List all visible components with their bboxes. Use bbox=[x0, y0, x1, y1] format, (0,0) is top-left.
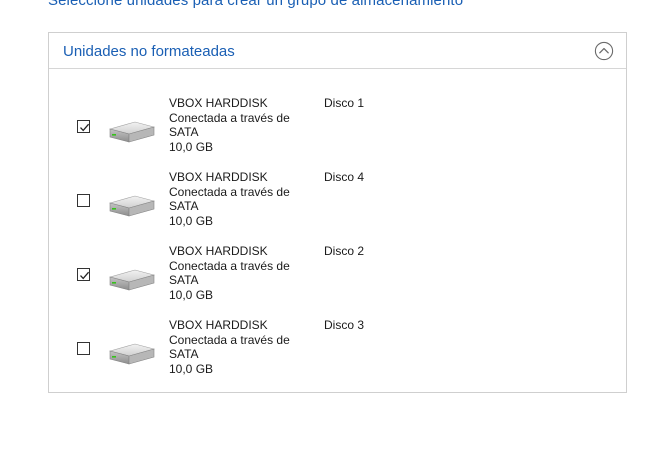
disk-checkbox[interactable] bbox=[77, 120, 90, 133]
disk-name: VBOX HARDDISK bbox=[169, 318, 268, 332]
disk-connection: Conectada a través de bbox=[169, 110, 290, 125]
disk-connection-type: SATA bbox=[169, 273, 199, 288]
hard-drive-icon bbox=[108, 193, 156, 219]
disk-name: VBOX HARDDISK bbox=[169, 244, 268, 258]
disk-connection: Conectada a través de bbox=[169, 332, 290, 347]
disk-connection-type: SATA bbox=[169, 199, 199, 214]
disk-size: 10,0 GB bbox=[169, 362, 214, 377]
disk-info: VBOX HARDDISK Conectada a través de SATA… bbox=[169, 318, 309, 377]
disk-label: Disco 2 bbox=[324, 244, 365, 258]
group-header[interactable]: Unidades no formateadas bbox=[49, 33, 626, 69]
disk-connection: Conectada a través de bbox=[169, 184, 290, 199]
page-heading: Seleccione unidades para crear un grupo … bbox=[48, 0, 464, 9]
disk-name: VBOX HARDDISK bbox=[169, 96, 268, 110]
unformatted-drives-group: Unidades no formateadas VBOX HARDDISK Co… bbox=[48, 32, 627, 393]
disk-size: 10,0 GB bbox=[169, 140, 214, 155]
disk-info: VBOX HARDDISK Conectada a través de SATA… bbox=[169, 96, 309, 155]
disk-row[interactable]: VBOX HARDDISK Conectada a través de SATA… bbox=[49, 96, 626, 171]
disk-row[interactable]: VBOX HARDDISK Conectada a través de SATA… bbox=[49, 170, 626, 245]
chevron-up-circle-icon[interactable] bbox=[594, 41, 614, 61]
disk-label: Disco 4 bbox=[324, 170, 365, 184]
disk-connection: Conectada a través de bbox=[169, 258, 290, 273]
group-title: Unidades no formateadas bbox=[63, 43, 235, 60]
disk-size: 10,0 GB bbox=[169, 288, 214, 303]
disk-checkbox[interactable] bbox=[77, 342, 90, 355]
disk-label: Disco 1 bbox=[324, 96, 365, 110]
disk-row[interactable]: VBOX HARDDISK Conectada a través de SATA… bbox=[49, 244, 626, 319]
disk-checkbox[interactable] bbox=[77, 194, 90, 207]
storage-pool-page: Seleccione unidades para crear un grupo … bbox=[0, 0, 655, 454]
disk-info: VBOX HARDDISK Conectada a través de SATA… bbox=[169, 244, 309, 303]
disk-connection-type: SATA bbox=[169, 125, 199, 140]
disk-label: Disco 3 bbox=[324, 318, 365, 332]
hard-drive-icon bbox=[108, 119, 156, 145]
disk-row[interactable]: VBOX HARDDISK Conectada a través de SATA… bbox=[49, 318, 626, 393]
hard-drive-icon bbox=[108, 267, 156, 293]
disk-name: VBOX HARDDISK bbox=[169, 170, 268, 184]
disk-connection-type: SATA bbox=[169, 347, 199, 362]
disk-info: VBOX HARDDISK Conectada a través de SATA… bbox=[169, 170, 309, 229]
disk-size: 10,0 GB bbox=[169, 214, 214, 229]
disk-checkbox[interactable] bbox=[77, 268, 90, 281]
hard-drive-icon bbox=[108, 341, 156, 367]
